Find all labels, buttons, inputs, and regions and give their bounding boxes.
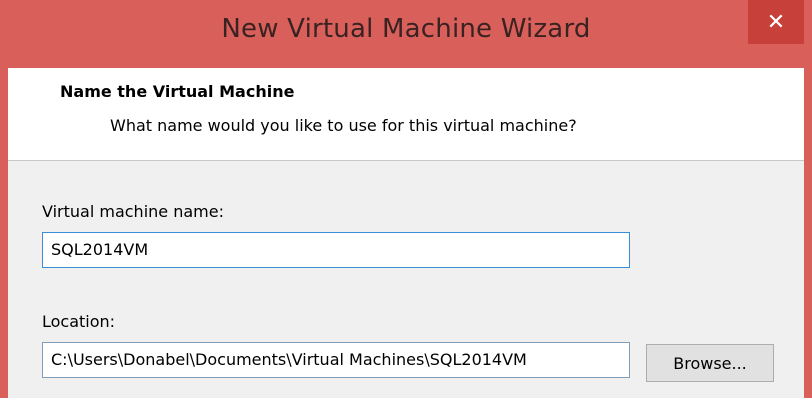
title-bar: New Virtual Machine Wizard ✕ [0, 0, 812, 68]
close-icon: ✕ [766, 9, 786, 35]
location-input[interactable]: C:\Users\Donabel\Documents\Virtual Machi… [42, 342, 630, 378]
page-title: Name the Virtual Machine [60, 82, 295, 101]
wizard-header: Name the Virtual Machine What name would… [8, 68, 804, 161]
close-button[interactable]: ✕ [748, 0, 804, 44]
vm-name-label: Virtual machine name: [42, 202, 224, 221]
dialog-body: Name the Virtual Machine What name would… [8, 68, 804, 398]
vm-name-input[interactable]: SQL2014VM [42, 232, 630, 268]
browse-button[interactable]: Browse... [646, 344, 774, 382]
wizard-window: New Virtual Machine Wizard ✕ Name the Vi… [0, 0, 812, 398]
window-title: New Virtual Machine Wizard [221, 14, 591, 44]
page-subtitle: What name would you like to use for this… [110, 116, 577, 135]
location-label: Location: [42, 312, 116, 331]
